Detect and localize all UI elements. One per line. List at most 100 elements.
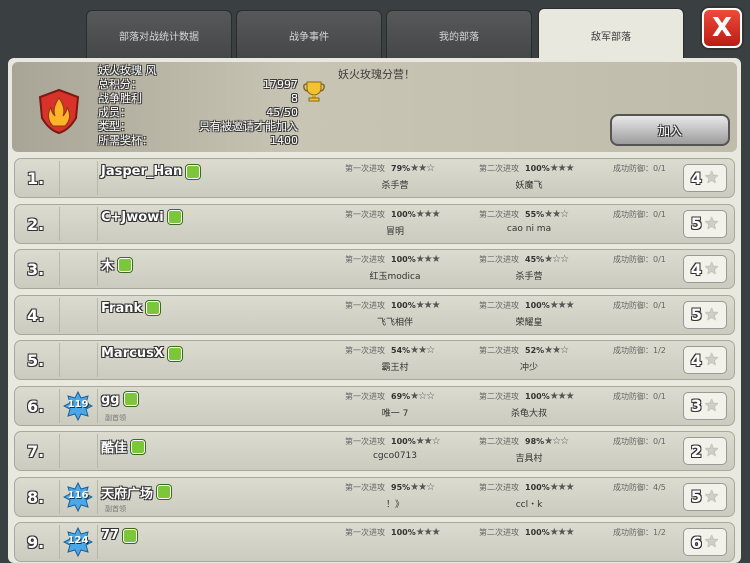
tab-war-events[interactable]: 战争事件 <box>236 10 382 60</box>
member-role: 副首领 <box>105 504 126 513</box>
attack-stars-icon: ★★★ <box>549 481 575 493</box>
member-name[interactable]: MarcusX <box>101 346 182 361</box>
first-attack-target: 飞飞相伴 <box>376 317 413 328</box>
divider <box>59 297 60 332</box>
first-attack-target: 唯一 7 <box>381 408 409 419</box>
member-name[interactable]: 天府广场 <box>101 483 172 502</box>
member-row[interactable]: 2. C+Jwowi 第一次进攻 100%★★★ 冒明 第二次进攻 55%★★☆ cao ni… <box>14 203 735 244</box>
war-stars-box: 5 ★ <box>683 482 727 511</box>
member-name[interactable]: gg <box>101 392 138 407</box>
member-row[interactable]: 1. Jasper_Han 第一次进攻 79%★★☆ 杀手营 第二次进攻 100%★★★ 妖魔… <box>14 158 735 198</box>
first-attack: 第一次进攻 69%★☆☆ 唯一 7 <box>345 390 435 419</box>
first-attack: 第一次进攻 54%★★☆ 霸王村 <box>345 345 435 373</box>
chat-bubble-icon <box>123 392 138 406</box>
member-rank: 8. <box>27 487 45 507</box>
first-attack-target: 冒明 <box>385 226 404 237</box>
attack-stars-icon: ★★☆ <box>544 208 569 220</box>
tab-my-clan[interactable]: 我的部落 <box>386 10 532 60</box>
first-attack: 第一次进攻 100%★★★ 红玉modica <box>345 254 441 282</box>
chat-bubble-icon <box>157 485 172 499</box>
member-name[interactable]: Jasper_Han <box>101 164 201 179</box>
star-icon: ★ <box>703 304 720 325</box>
chat-bubble-icon <box>167 346 182 361</box>
level-badge: 116 <box>62 481 94 512</box>
star-icon: ★ <box>703 350 720 370</box>
attack-stars-icon: ★☆☆ <box>410 390 435 402</box>
tab-enemy-clan[interactable]: 敌军部落 <box>538 8 684 62</box>
divider <box>59 343 60 377</box>
second-attack-target: 荣耀皇 <box>515 317 543 328</box>
second-attack-target: cao ni ma <box>506 223 552 234</box>
first-attack: 第一次进攻 95%★★☆ ！》 <box>345 481 435 510</box>
member-name[interactable]: 木 <box>101 255 133 274</box>
attack-stars-icon: ★☆☆ <box>544 254 569 265</box>
second-attack: 第二次进攻 100%★★★ 妖魔飞 <box>479 163 575 191</box>
first-attack-target: cgco0713 <box>372 451 418 461</box>
clan-wins-row: 战争胜利 8 <box>98 92 298 105</box>
first-attack-target: 红玉modica <box>369 272 421 282</box>
member-name[interactable]: 77 <box>101 528 138 543</box>
member-row[interactable]: 5. MarcusX 第一次进攻 54%★★☆ 霸王村 第二次进攻 52%★★☆ 冲少 成功防御… <box>14 340 735 380</box>
star-icon: ★ <box>703 486 720 507</box>
second-attack-target: 杀龟大叔 <box>510 408 547 419</box>
star-icon: ★ <box>703 532 720 552</box>
member-row[interactable]: 8. 116 天府广场 副首领 第一次进攻 95%★★☆ ！》 第二次进攻 100%★★★ ccl… <box>14 476 735 517</box>
enemy-clan-panel: 妖火玫瑰 风 总积分： 17997 战争胜利 8 成员： 45/50 类型： 只有被邀请… <box>8 58 741 563</box>
level-badge: 124 <box>62 526 94 558</box>
member-name[interactable]: Frank <box>101 301 161 316</box>
member-rank: 5. <box>27 351 45 370</box>
divider <box>59 479 60 514</box>
member-row[interactable]: 9. 124 77 第一次进攻 100%★★★ 第二次进攻 100%★★★ 成功防御：1/2 6… <box>14 522 735 562</box>
member-row[interactable]: 7. 酷佳 第一次进攻 100%★★☆ cgco0713 第二次进攻 98%★☆☆ 吉具村 成功… <box>14 431 735 471</box>
chat-bubble-icon <box>118 257 133 272</box>
divider <box>97 388 98 423</box>
success-defense: 成功防御：0/1 <box>613 300 666 310</box>
divider <box>97 161 98 195</box>
member-row[interactable]: 6. 119 gg 副首领 第一次进攻 69%★☆☆ 唯一 7 第二次进攻 100%★★★ 杀龟大… <box>14 385 735 426</box>
first-attack: 第一次进攻 100%★★★ <box>345 527 441 538</box>
member-name[interactable]: 酷佳 <box>101 437 146 456</box>
close-button[interactable]: X <box>702 8 742 48</box>
attack-stars-icon: ★★☆ <box>410 345 435 356</box>
divider <box>59 525 60 559</box>
join-button[interactable]: 加入 <box>610 114 730 146</box>
success-defense: 成功防御：0/1 <box>613 437 666 446</box>
divider <box>97 297 98 332</box>
second-attack-target: 杀手营 <box>515 272 543 282</box>
star-icon: ★ <box>703 168 720 188</box>
member-name[interactable]: C+Jwowi <box>101 210 182 225</box>
star-icon: ★ <box>703 395 720 416</box>
clan-description: 妖火玫瑰分营！ <box>338 68 415 81</box>
trophy-icon <box>303 81 325 102</box>
divider <box>97 479 98 514</box>
attack-stars-icon: ★★★ <box>549 163 575 174</box>
first-attack-target: 霸王村 <box>381 363 409 373</box>
star-icon: ★ <box>703 213 720 234</box>
second-attack-target: 妖魔飞 <box>515 181 543 191</box>
divider <box>97 343 98 377</box>
success-defense: 成功防御：0/1 <box>613 164 666 173</box>
war-stars-box: 3 ★ <box>683 391 727 420</box>
attack-stars-icon: ★★☆ <box>410 481 435 493</box>
clan-type-row: 类型： 只有被邀请才能加入 <box>98 120 298 133</box>
first-attack-target: ！》 <box>385 499 404 510</box>
second-attack-target: 冲少 <box>519 363 538 373</box>
level-badge: 119 <box>62 390 94 421</box>
success-defense: 成功防御：1/2 <box>613 528 666 537</box>
member-rank: 4. <box>27 305 45 325</box>
star-icon: ★ <box>703 259 720 279</box>
divider <box>97 252 98 286</box>
war-stars-box: 6 ★ <box>683 528 727 556</box>
member-rank: 3. <box>27 260 45 279</box>
divider <box>59 434 60 468</box>
divider <box>59 206 60 241</box>
tab-war-stats[interactable]: 部落对战统计数据 <box>86 10 232 60</box>
member-row[interactable]: 3. 木第一次进攻 100%★★★ 红玉modica 第二次进攻 45%★☆☆ 杀手营 成功防… <box>14 249 735 289</box>
attack-stars-icon: ★☆☆ <box>544 436 569 447</box>
member-row[interactable]: 4. Frank 第一次进攻 100%★★★ 飞飞相伴 第二次进攻 100%★★★ 荣耀皇 成功… <box>14 294 735 335</box>
attack-stars-icon: ★★★ <box>415 254 441 265</box>
clan-trophies-row: 所需奖杯： 1400 <box>98 134 298 147</box>
divider <box>59 161 60 195</box>
attack-stars-icon: ★★★ <box>415 299 441 311</box>
attack-stars-icon: ★★★ <box>549 299 575 311</box>
